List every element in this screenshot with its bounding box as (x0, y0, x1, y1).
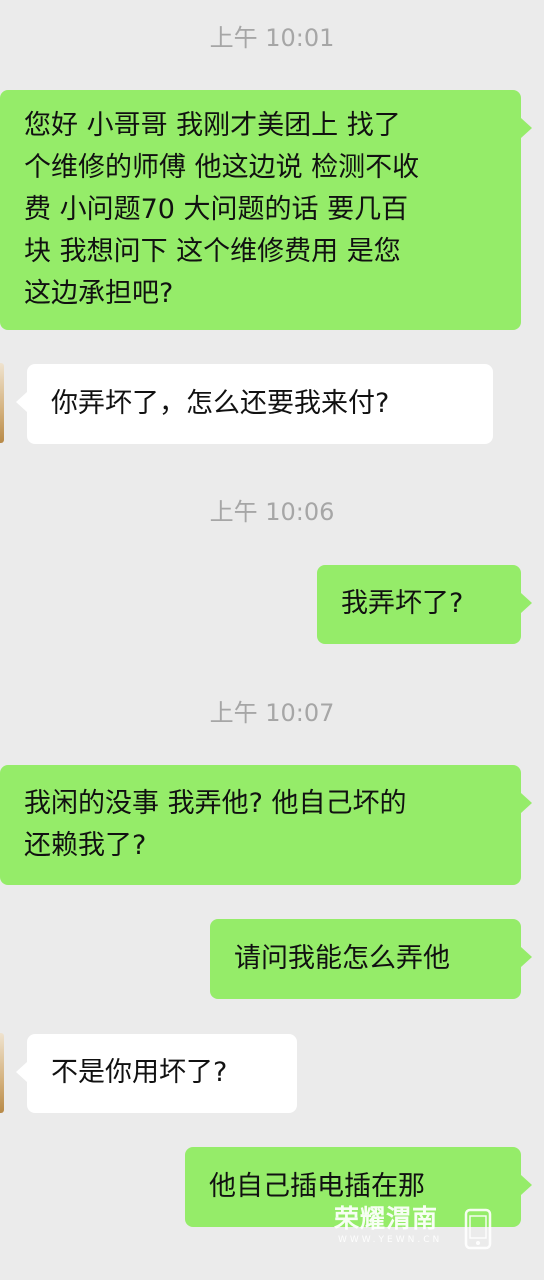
timestamp: 上午 10:01 (209, 24, 335, 52)
message-bubble-outgoing[interactable]: 您好 小哥哥 我刚才美团上 找了 个维修的师傅 他这边说 检测不收 费 小问题7… (0, 90, 521, 330)
bubble-tail (521, 1175, 532, 1195)
message-bubble-incoming[interactable]: 不是你用坏了? (27, 1034, 297, 1113)
message-line: 费 小问题70 大问题的话 要几百 (24, 194, 409, 225)
message-line: 不是你用坏了? (51, 1057, 228, 1088)
message-line: 您好 小哥哥 我刚才美团上 找了 (24, 110, 401, 141)
message-line: 我弄坏了? (341, 588, 464, 619)
bubble-tail (16, 1062, 27, 1082)
message-bubble-outgoing[interactable]: 请问我能怎么弄他 (210, 919, 521, 999)
message-line: 你弄坏了，怎么还要我来付? (51, 388, 390, 419)
message-bubble-outgoing[interactable]: 我弄坏了? (317, 565, 521, 644)
contact-avatar[interactable] (0, 363, 4, 443)
watermark-subtitle: WWW.YEWN.CN (338, 1235, 443, 1245)
bubble-tail (16, 392, 27, 412)
message-line: 块 我想问下 这个维修费用 是您 (24, 236, 401, 267)
message-line: 还赖我了? (24, 830, 147, 861)
bubble-tail (521, 793, 532, 813)
contact-avatar[interactable] (0, 1033, 4, 1113)
message-line: 我闲的没事 我弄他? 他自己坏的 (24, 788, 407, 819)
bubble-tail (521, 593, 532, 613)
message-line: 他自己插电插在那 (209, 1171, 425, 1202)
watermark-logo: 荣耀渭南 WWW.YEWN.CN (334, 1204, 504, 1254)
phone-icon (464, 1208, 492, 1250)
bubble-tail (521, 118, 532, 138)
message-line: 这边承担吧? (24, 278, 174, 309)
chat-view[interactable]: 上午 10:01 您好 小哥哥 我刚才美团上 找了 个维修的师傅 他这边说 检测… (0, 0, 544, 1280)
watermark-title: 荣耀渭南 (334, 1204, 439, 1233)
timestamp: 上午 10:07 (209, 699, 335, 727)
message-line: 请问我能怎么弄他 (234, 943, 450, 974)
timestamp: 上午 10:06 (209, 498, 335, 526)
message-bubble-outgoing[interactable]: 我闲的没事 我弄他? 他自己坏的 还赖我了? (0, 765, 521, 885)
bubble-tail (521, 947, 532, 967)
message-bubble-incoming[interactable]: 你弄坏了，怎么还要我来付? (27, 364, 493, 444)
message-line: 个维修的师傅 他这边说 检测不收 (24, 152, 420, 183)
